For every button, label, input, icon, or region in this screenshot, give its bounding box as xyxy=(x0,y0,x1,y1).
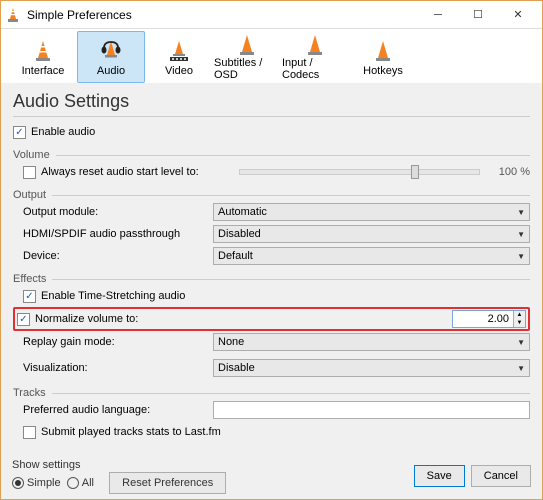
minimize-button[interactable]: ─ xyxy=(418,3,458,27)
normalize-spinner[interactable]: 2.00 ▲▼ xyxy=(452,310,526,328)
titlebar: Simple Preferences ─ ☐ ✕ xyxy=(1,1,542,29)
page-title: Audio Settings xyxy=(1,83,542,114)
normalize-row: Normalize volume to: 2.00 ▲▼ xyxy=(13,307,530,331)
footer: Show settings Simple All Reset Preferenc… xyxy=(0,458,543,494)
output-module-combo[interactable]: Automatic▼ xyxy=(213,203,530,221)
section-tracks: Tracks xyxy=(13,387,46,399)
save-button[interactable]: Save xyxy=(414,465,465,487)
normalize-label: Normalize volume to: xyxy=(35,313,219,325)
timestretch-label: Enable Time-Stretching audio xyxy=(41,290,185,302)
close-button[interactable]: ✕ xyxy=(498,3,538,27)
timestretch-checkbox[interactable] xyxy=(23,290,36,303)
start-level-slider[interactable] xyxy=(239,169,480,175)
preferred-lang-input[interactable] xyxy=(213,401,530,419)
spdif-combo[interactable]: Disabled▼ xyxy=(213,225,530,243)
output-module-label: Output module: xyxy=(23,206,213,218)
radio-all[interactable] xyxy=(67,477,79,489)
cone-icon xyxy=(369,37,397,65)
enable-audio-label: Enable audio xyxy=(31,126,95,138)
reset-preferences-button[interactable]: Reset Preferences xyxy=(109,472,226,494)
vlc-icon xyxy=(5,7,21,23)
slider-thumb[interactable] xyxy=(411,165,419,179)
always-reset-checkbox[interactable] xyxy=(23,166,36,179)
cone-icon xyxy=(29,37,57,65)
chevron-down-icon: ▼ xyxy=(517,338,525,347)
normalize-value: 2.00 xyxy=(453,311,513,327)
category-toolbar: Interface Audio Video Subtitles / OSD In… xyxy=(1,29,542,83)
divider xyxy=(13,116,530,117)
headphones-icon xyxy=(97,37,125,65)
enable-audio-checkbox[interactable] xyxy=(13,126,26,139)
show-settings-label: Show settings xyxy=(12,458,408,472)
always-reset-label: Always reset audio start level to: xyxy=(41,166,231,178)
maximize-button[interactable]: ☐ xyxy=(458,3,498,27)
visualization-label: Visualization: xyxy=(23,362,213,374)
cancel-button[interactable]: Cancel xyxy=(471,465,531,487)
chevron-down-icon: ▼ xyxy=(517,208,525,217)
enable-audio-row[interactable]: Enable audio xyxy=(13,121,530,143)
cone-icon xyxy=(301,33,329,57)
window-title: Simple Preferences xyxy=(27,8,418,22)
tab-hotkeys[interactable]: Hotkeys xyxy=(349,31,417,83)
tab-input[interactable]: Input / Codecs xyxy=(281,31,349,83)
spinner-up[interactable]: ▲ xyxy=(514,311,525,319)
device-combo[interactable]: Default▼ xyxy=(213,247,530,265)
preferred-lang-label: Preferred audio language: xyxy=(23,404,213,416)
spinner-down[interactable]: ▼ xyxy=(514,319,525,327)
cone-icon xyxy=(233,33,261,57)
chevron-down-icon: ▼ xyxy=(517,364,525,373)
section-effects: Effects xyxy=(13,273,46,285)
chevron-down-icon: ▼ xyxy=(517,230,525,239)
start-level-percent: 100 % xyxy=(488,166,530,178)
tab-audio[interactable]: Audio xyxy=(77,31,145,83)
tab-label: Interface xyxy=(22,65,65,77)
replay-gain-combo[interactable]: None▼ xyxy=(213,333,530,351)
lastfm-checkbox[interactable] xyxy=(23,426,36,439)
tab-label: Subtitles / OSD xyxy=(214,57,280,81)
chevron-down-icon: ▼ xyxy=(517,252,525,261)
section-volume: Volume xyxy=(13,149,50,161)
tab-subtitles[interactable]: Subtitles / OSD xyxy=(213,31,281,83)
normalize-checkbox[interactable] xyxy=(17,313,30,326)
tab-label: Audio xyxy=(97,65,125,77)
lastfm-label: Submit played tracks stats to Last.fm xyxy=(41,426,221,438)
film-icon xyxy=(165,37,193,65)
tab-interface[interactable]: Interface xyxy=(9,31,77,83)
radio-simple[interactable] xyxy=(12,477,24,489)
spdif-label: HDMI/SPDIF audio passthrough xyxy=(23,228,213,240)
visualization-combo[interactable]: Disable▼ xyxy=(213,359,530,377)
tab-label: Input / Codecs xyxy=(282,57,348,81)
section-output: Output xyxy=(13,189,46,201)
tab-video[interactable]: Video xyxy=(145,31,213,83)
replay-gain-label: Replay gain mode: xyxy=(23,336,213,348)
device-label: Device: xyxy=(23,250,213,262)
tab-label: Hotkeys xyxy=(363,65,403,77)
tab-label: Video xyxy=(165,65,193,77)
